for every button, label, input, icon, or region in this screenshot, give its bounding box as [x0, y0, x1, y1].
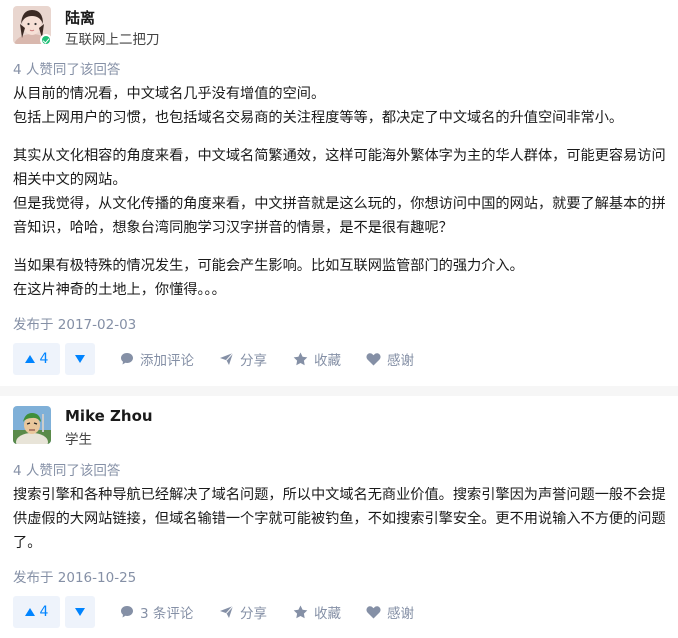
publish-time[interactable]: 发布于 2016-10-25 [13, 566, 136, 586]
comment-label: 3 条评论 [140, 606, 194, 622]
share-icon [220, 605, 234, 618]
content-paragraph: 在这片神奇的土地上，你懂得。。。 [13, 282, 226, 298]
thanks-label: 感谢 [387, 606, 414, 622]
upvote-count: 4 [39, 351, 49, 367]
content-paragraph: 当如果有极特殊的情况发生，可能会产生影响。比如互联网监管部门的强力介入。 [13, 258, 524, 274]
collect-label: 收藏 [314, 353, 341, 369]
upvote-button[interactable]: 4 [13, 596, 60, 628]
share-icon [220, 352, 234, 365]
downvote-button[interactable] [65, 343, 95, 375]
comment-icon [121, 353, 133, 365]
answer-content: 搜索引擎和各种导航已经解决了域名问题，所以中文域名无商业价值。搜索引擎因为声誉问… [13, 483, 668, 555]
author-name[interactable]: 陆离 [65, 7, 95, 28]
thanks-button[interactable]: 感谢 [366, 343, 414, 375]
author-info: 陆离 互联网上二把刀 [13, 6, 413, 48]
avatar[interactable] [13, 406, 51, 444]
action-bar: 4 3 条评论 分享 收藏 感谢 [13, 596, 673, 628]
share-button[interactable]: 分享 [219, 596, 267, 628]
triangle-up-icon [24, 608, 35, 616]
heart-icon [366, 605, 381, 618]
thanks-button[interactable]: 感谢 [366, 596, 414, 628]
content-paragraph: 其实从文化相容的角度来看，中文域名简繁通效，这样可能海外繁体字为主的华人群体，可… [13, 148, 666, 188]
star-icon [293, 352, 308, 366]
action-bar: 4 添加评论 分享 收藏 感谢 [13, 343, 673, 375]
share-button[interactable]: 分享 [219, 343, 267, 375]
answer-item: Mike Zhou 学生 4 人赞同了该回答 搜索引擎和各种导航已经解决了域名问… [0, 397, 678, 638]
author-name[interactable]: Mike Zhou [65, 407, 153, 425]
voters-count[interactable]: 4 人赞同了该回答 [13, 58, 120, 78]
author-info: Mike Zhou 学生 [13, 406, 413, 448]
answer-content: 从目前的情况看，中文域名几乎没有增值的空间。 包括上网用户的习惯，也包括域名交易… [13, 82, 668, 302]
comment-icon [121, 606, 133, 618]
comment-button[interactable]: 3 条评论 [120, 596, 193, 628]
downvote-button[interactable] [65, 596, 95, 628]
triangle-up-icon [24, 355, 35, 363]
share-label: 分享 [240, 606, 267, 622]
share-label: 分享 [240, 353, 267, 369]
upvote-count: 4 [39, 604, 49, 620]
answer-divider [0, 386, 678, 396]
star-icon [293, 605, 308, 619]
content-paragraph: 包括上网用户的习惯，也包括域名交易商的关注程度等等，都决定了中文域名的升值空间非… [13, 110, 624, 126]
collect-label: 收藏 [314, 606, 341, 622]
content-paragraph: 但是我觉得，从文化传播的角度来看，中文拼音就是这么玩的，你想访问中国的网站，就要… [13, 196, 666, 236]
voters-count[interactable]: 4 人赞同了该回答 [13, 459, 120, 479]
collect-button[interactable]: 收藏 [293, 596, 341, 628]
upvote-button[interactable]: 4 [13, 343, 60, 375]
heart-icon [366, 352, 381, 365]
thanks-label: 感谢 [387, 353, 414, 369]
comment-button[interactable]: 添加评论 [120, 343, 194, 375]
content-paragraph: 从目前的情况看，中文域名几乎没有增值的空间。 [13, 86, 326, 102]
triangle-down-icon [75, 608, 85, 616]
comment-label: 添加评论 [140, 353, 194, 369]
verified-badge-icon [40, 34, 52, 46]
content-paragraph: 搜索引擎和各种导航已经解决了域名问题，所以中文域名无商业价值。搜索引擎因为声誉问… [13, 487, 666, 551]
author-bio: 学生 [65, 432, 92, 448]
collect-button[interactable]: 收藏 [293, 343, 341, 375]
answer-item: 陆离 互联网上二把刀 4 人赞同了该回答 从目前的情况看，中文域名几乎没有增值的… [0, 0, 678, 385]
triangle-down-icon [75, 355, 85, 363]
author-bio: 互联网上二把刀 [65, 32, 160, 48]
publish-time[interactable]: 发布于 2017-02-03 [13, 313, 136, 333]
